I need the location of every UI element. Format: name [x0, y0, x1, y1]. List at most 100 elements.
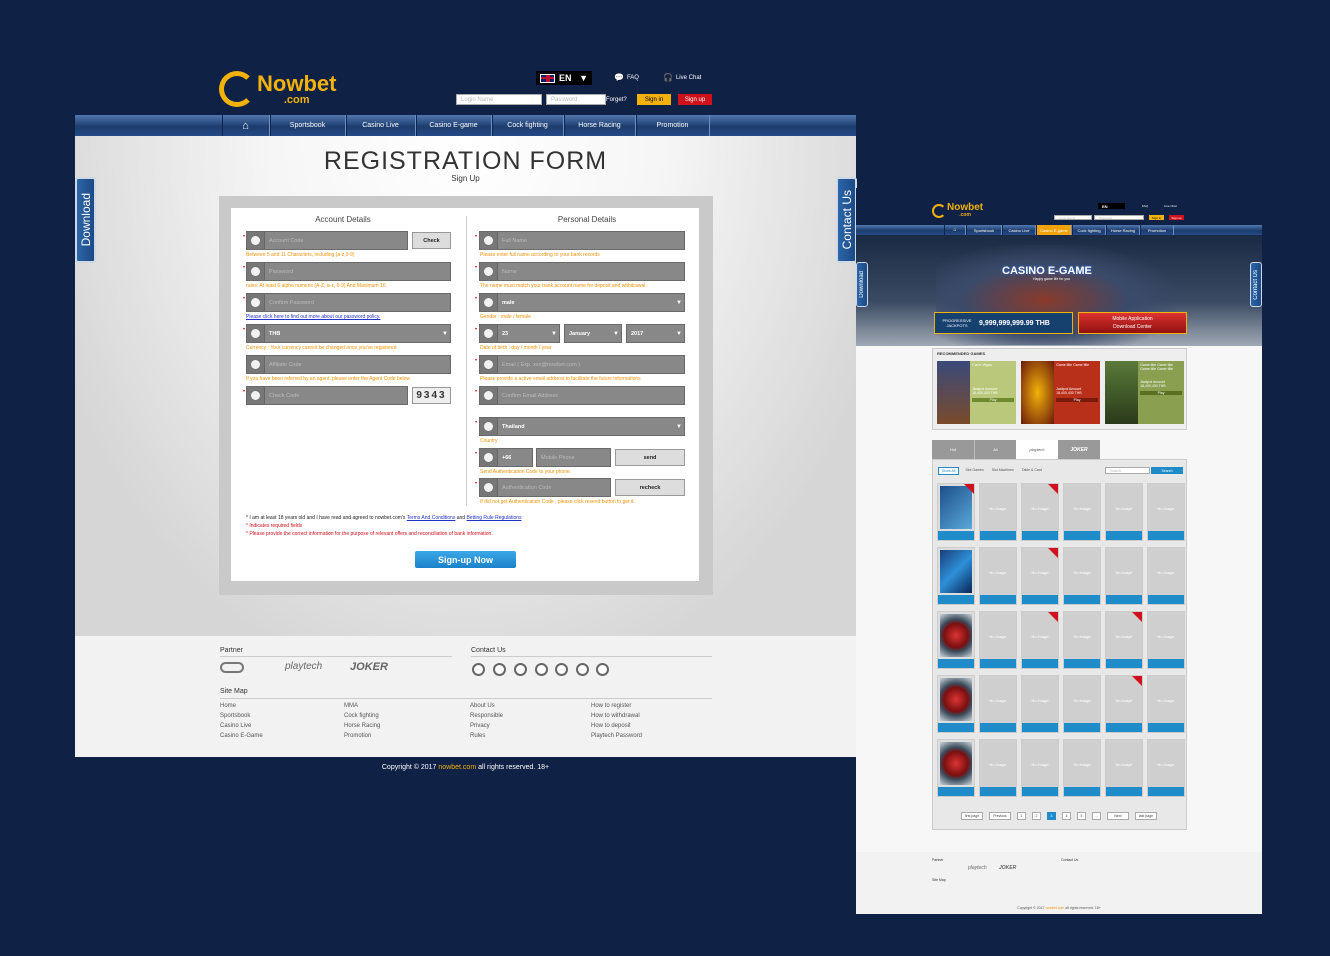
nav-sportsbook[interactable]: Sportsbook: [966, 225, 1002, 235]
sitemap-link[interactable]: Home: [220, 703, 236, 709]
name-input[interactable]: Name: [479, 262, 685, 281]
sitemap-link[interactable]: Casino E-Game: [220, 733, 263, 739]
filter-slot-games[interactable]: Slot Games: [963, 467, 985, 475]
password-input[interactable]: Password: [546, 94, 606, 105]
sitemap-link[interactable]: Horse Racing: [344, 723, 380, 729]
nav-cock-fighting[interactable]: Cock fighting: [1072, 225, 1106, 235]
nav-promotion[interactable]: Promotion: [1140, 225, 1174, 235]
nav-casino-live[interactable]: Casino Live: [1002, 225, 1036, 235]
game-tile[interactable]: No image: [1021, 739, 1059, 797]
auth-code-input[interactable]: Authentication Code: [479, 478, 611, 497]
home-nav[interactable]: ⌂: [944, 225, 966, 235]
page-button[interactable]: first page: [961, 812, 983, 820]
tab-hot[interactable]: Hot: [932, 440, 974, 459]
sitemap-link[interactable]: Rules: [470, 733, 485, 739]
check-button[interactable]: Check: [412, 232, 451, 249]
sitemap-link[interactable]: About Us: [470, 703, 495, 709]
email-input[interactable]: Email ( Exp. xxx@nowbet.com ): [479, 355, 685, 374]
page-button[interactable]: 3: [1047, 812, 1056, 820]
page-button[interactable]: ...: [1092, 812, 1101, 820]
game-tile[interactable]: [937, 739, 975, 797]
sitemap-link[interactable]: Playtech Password: [591, 733, 642, 739]
confirm-password-field[interactable]: Confirm Password: [246, 293, 451, 312]
full-name-input[interactable]: Full Name: [479, 231, 685, 250]
game-tile[interactable]: No image: [1021, 611, 1059, 669]
send-button[interactable]: send: [615, 449, 685, 466]
game-tile[interactable]: No image: [979, 675, 1017, 733]
currency-select[interactable]: THB ▼: [246, 324, 451, 343]
nav-horse-racing[interactable]: Horse Racing: [1106, 225, 1140, 235]
game-tile[interactable]: [937, 675, 975, 733]
filter-table-card[interactable]: Table & Card: [1020, 467, 1044, 475]
game-search-button[interactable]: Search: [1151, 467, 1183, 474]
recommended-game-3[interactable]: Game title Game title Game title Game ti…: [1105, 361, 1184, 424]
game-tile[interactable]: [937, 483, 975, 541]
sitemap-link[interactable]: Cock fighting: [344, 713, 379, 719]
sign-up-button[interactable]: Sign up: [678, 94, 712, 105]
sitemap-link[interactable]: Promotion: [344, 733, 371, 739]
page-button[interactable]: 5: [1077, 812, 1086, 820]
game-tile[interactable]: [937, 547, 975, 605]
skype-icon[interactable]: [535, 663, 548, 676]
rules-link[interactable]: Betting Rule Regulations: [466, 515, 521, 521]
contact-us-tab[interactable]: Contact Us: [1250, 262, 1262, 307]
language-selector[interactable]: EN ▼: [536, 71, 592, 85]
live-chat-link[interactable]: Live Chat: [1164, 204, 1177, 208]
download-tab[interactable]: Download: [856, 262, 868, 307]
game-tile[interactable]: No image: [1063, 739, 1101, 797]
sign-in-button[interactable]: Sign in: [637, 94, 671, 105]
affiliate-code-input[interactable]: Affiliate Code: [246, 355, 451, 374]
game-tile[interactable]: No image: [1063, 483, 1101, 541]
faq-link[interactable]: FAQ: [1142, 204, 1148, 208]
game-tile[interactable]: No image: [1147, 483, 1185, 541]
sitemap-link[interactable]: How to withdrawal: [591, 713, 640, 719]
wechat-icon[interactable]: [596, 663, 609, 676]
game-tile[interactable]: No image: [1147, 675, 1185, 733]
play-button[interactable]: Play: [1056, 398, 1098, 402]
page-button[interactable]: last page: [1135, 812, 1157, 820]
password-input[interactable]: Password: [1094, 215, 1144, 220]
game-search-input[interactable]: Search: [1105, 467, 1150, 474]
nav-casino-live[interactable]: Casino Live: [345, 115, 416, 136]
sign-up-now-button[interactable]: Sign-up Now: [415, 551, 516, 568]
twitter-icon[interactable]: [555, 663, 568, 676]
game-tile[interactable]: No image: [1021, 547, 1059, 605]
dob-year-select[interactable]: 2017 ▼: [626, 324, 685, 343]
game-tile[interactable]: No image: [1063, 611, 1101, 669]
nav-casino-egame[interactable]: Casino E-game: [415, 115, 492, 136]
sitemap-link[interactable]: Privacy: [470, 723, 490, 729]
sitemap-link[interactable]: MMA: [344, 703, 358, 709]
page-button[interactable]: Next: [1107, 812, 1129, 820]
gender-select[interactable]: male ▼: [479, 293, 685, 312]
nav-promotion[interactable]: Promotion: [635, 115, 710, 136]
game-tile[interactable]: No image: [1147, 547, 1185, 605]
terms-link[interactable]: Terms And Conditions: [407, 515, 456, 521]
tab-all[interactable]: All: [974, 440, 1016, 459]
faq-link[interactable]: 💬 FAQ: [614, 73, 639, 82]
game-tile[interactable]: [937, 611, 975, 669]
sitemap-link[interactable]: Sportsbook: [220, 713, 250, 719]
filter-slot-machines[interactable]: Slot Machines: [990, 467, 1016, 475]
recommended-game-2[interactable]: Game title Game title Jackpot Amount 18,40…: [1021, 361, 1100, 424]
game-tile[interactable]: No image: [1105, 675, 1143, 733]
live-chat-link[interactable]: 🎧 Live Chat: [663, 73, 701, 82]
mobile-app-banner[interactable]: Mobile Application Download Center: [1078, 312, 1187, 334]
sitemap-link[interactable]: Responsible: [470, 713, 503, 719]
nav-casino-egame[interactable]: Casino E-game: [1036, 225, 1072, 235]
password-policy-link[interactable]: Please click here to find out more about…: [246, 314, 380, 320]
confirm-email-input[interactable]: Confirm Email Address: [479, 386, 685, 405]
country-select[interactable]: Thailand ▼: [479, 417, 685, 436]
nowbet-logo[interactable]: Nowbet .com: [219, 71, 336, 107]
nowbet-logo[interactable]: Nowbet .com: [932, 203, 983, 218]
email-icon[interactable]: [576, 663, 589, 676]
game-tile[interactable]: No image: [1021, 483, 1059, 541]
sitemap-link[interactable]: Casino Live: [220, 723, 251, 729]
nav-horse-racing[interactable]: Horse Racing: [563, 115, 636, 136]
copyright-site-link[interactable]: nowbet.com: [1045, 906, 1064, 910]
nav-sportsbook[interactable]: Sportsbook: [269, 115, 346, 136]
page-button[interactable]: 4: [1062, 812, 1071, 820]
account-code-input[interactable]: Account Code: [246, 231, 408, 250]
nav-cock-fighting[interactable]: Cock fighting: [491, 115, 564, 136]
phone-code-field[interactable]: +66: [479, 448, 533, 467]
login-name-input[interactable]: Login Name: [1054, 215, 1092, 220]
